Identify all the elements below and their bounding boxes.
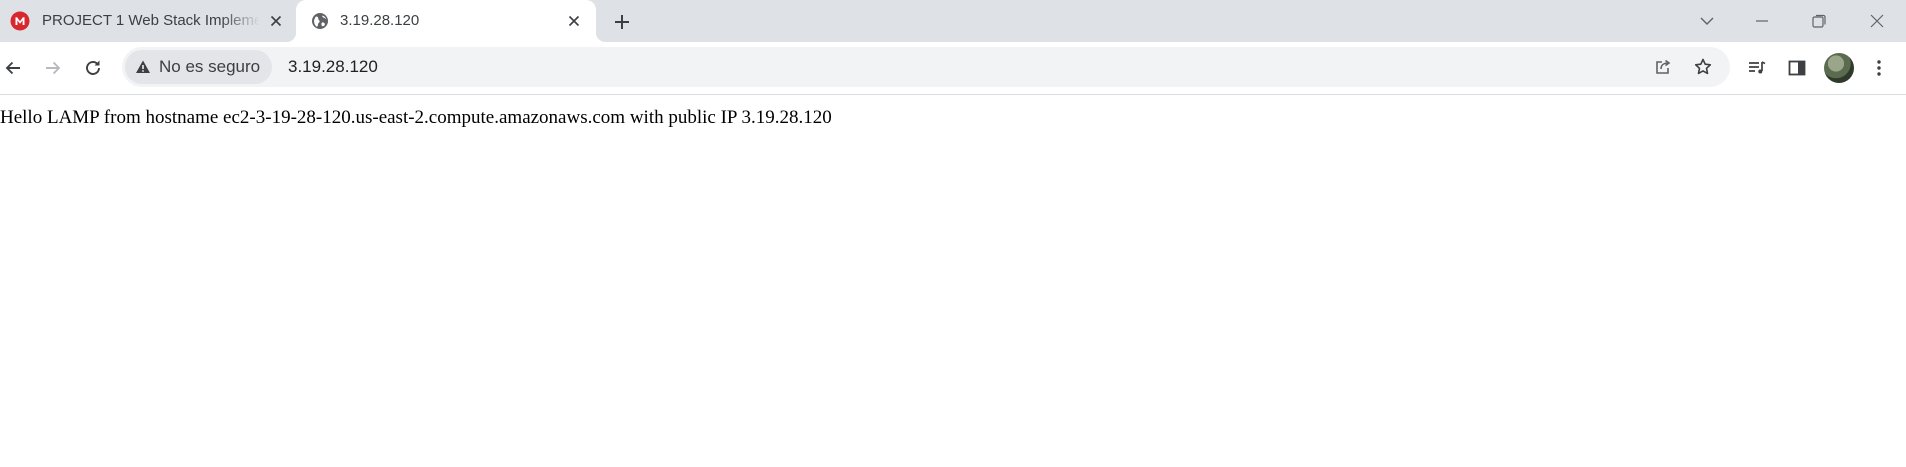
profile-avatar[interactable] <box>1824 53 1854 83</box>
side-panel-button[interactable] <box>1784 55 1810 81</box>
restore-button[interactable] <box>1806 8 1832 34</box>
media-queue-icon <box>1749 61 1766 74</box>
close-tab-icon[interactable] <box>266 11 286 31</box>
more-vertical-icon <box>1877 60 1881 76</box>
share-button[interactable] <box>1650 54 1676 80</box>
close-window-button[interactable] <box>1864 8 1890 34</box>
page-body-text: Hello LAMP from hostname ec2-3-19-28-120… <box>0 107 832 128</box>
restore-icon <box>1812 14 1826 28</box>
bookmark-button[interactable] <box>1690 54 1716 80</box>
tab-title: 3.19.28.120 <box>340 12 420 29</box>
media-controls-button[interactable] <box>1744 55 1770 81</box>
close-tab-icon[interactable] <box>564 11 584 31</box>
tab-active-ip[interactable]: 3.19.28.120 <box>286 0 606 42</box>
tab-project-1[interactable]: PROJECT 1 Web Stack Implemen <box>0 0 290 42</box>
new-tab-button[interactable] <box>609 9 635 35</box>
arrow-left-icon <box>5 61 20 75</box>
address-bar[interactable]: No es seguro 3.19.28.120 <box>122 47 1730 87</box>
forward-button[interactable] <box>40 55 66 81</box>
globe-icon <box>310 11 330 31</box>
close-icon <box>1870 14 1884 28</box>
security-label: No es seguro <box>159 57 261 76</box>
minimize-icon <box>1756 20 1768 22</box>
back-button[interactable] <box>0 55 26 81</box>
security-chip[interactable]: No es seguro <box>125 50 273 84</box>
chevron-down-icon <box>1700 17 1714 25</box>
share-icon <box>1656 59 1671 74</box>
reload-icon <box>86 60 100 75</box>
url-text[interactable]: 3.19.28.120 <box>288 56 378 78</box>
reload-button[interactable] <box>80 55 106 81</box>
browser-toolbar: No es seguro 3.19.28.120 <box>0 42 1906 95</box>
tab-search-button[interactable] <box>1694 8 1720 34</box>
side-panel-icon <box>1788 60 1806 76</box>
tab-strip: PROJECT 1 Web Stack Implemen 3.19.28.120 <box>0 0 1906 42</box>
arrow-right-icon <box>46 61 61 75</box>
menu-button[interactable] <box>1866 55 1892 81</box>
star-icon <box>1694 58 1712 75</box>
plus-icon <box>615 15 629 29</box>
tab-title: PROJECT 1 Web Stack Implemen <box>42 12 260 29</box>
minimize-button[interactable] <box>1749 8 1775 34</box>
mega-logo-icon <box>10 11 30 31</box>
warning-icon <box>136 60 150 73</box>
